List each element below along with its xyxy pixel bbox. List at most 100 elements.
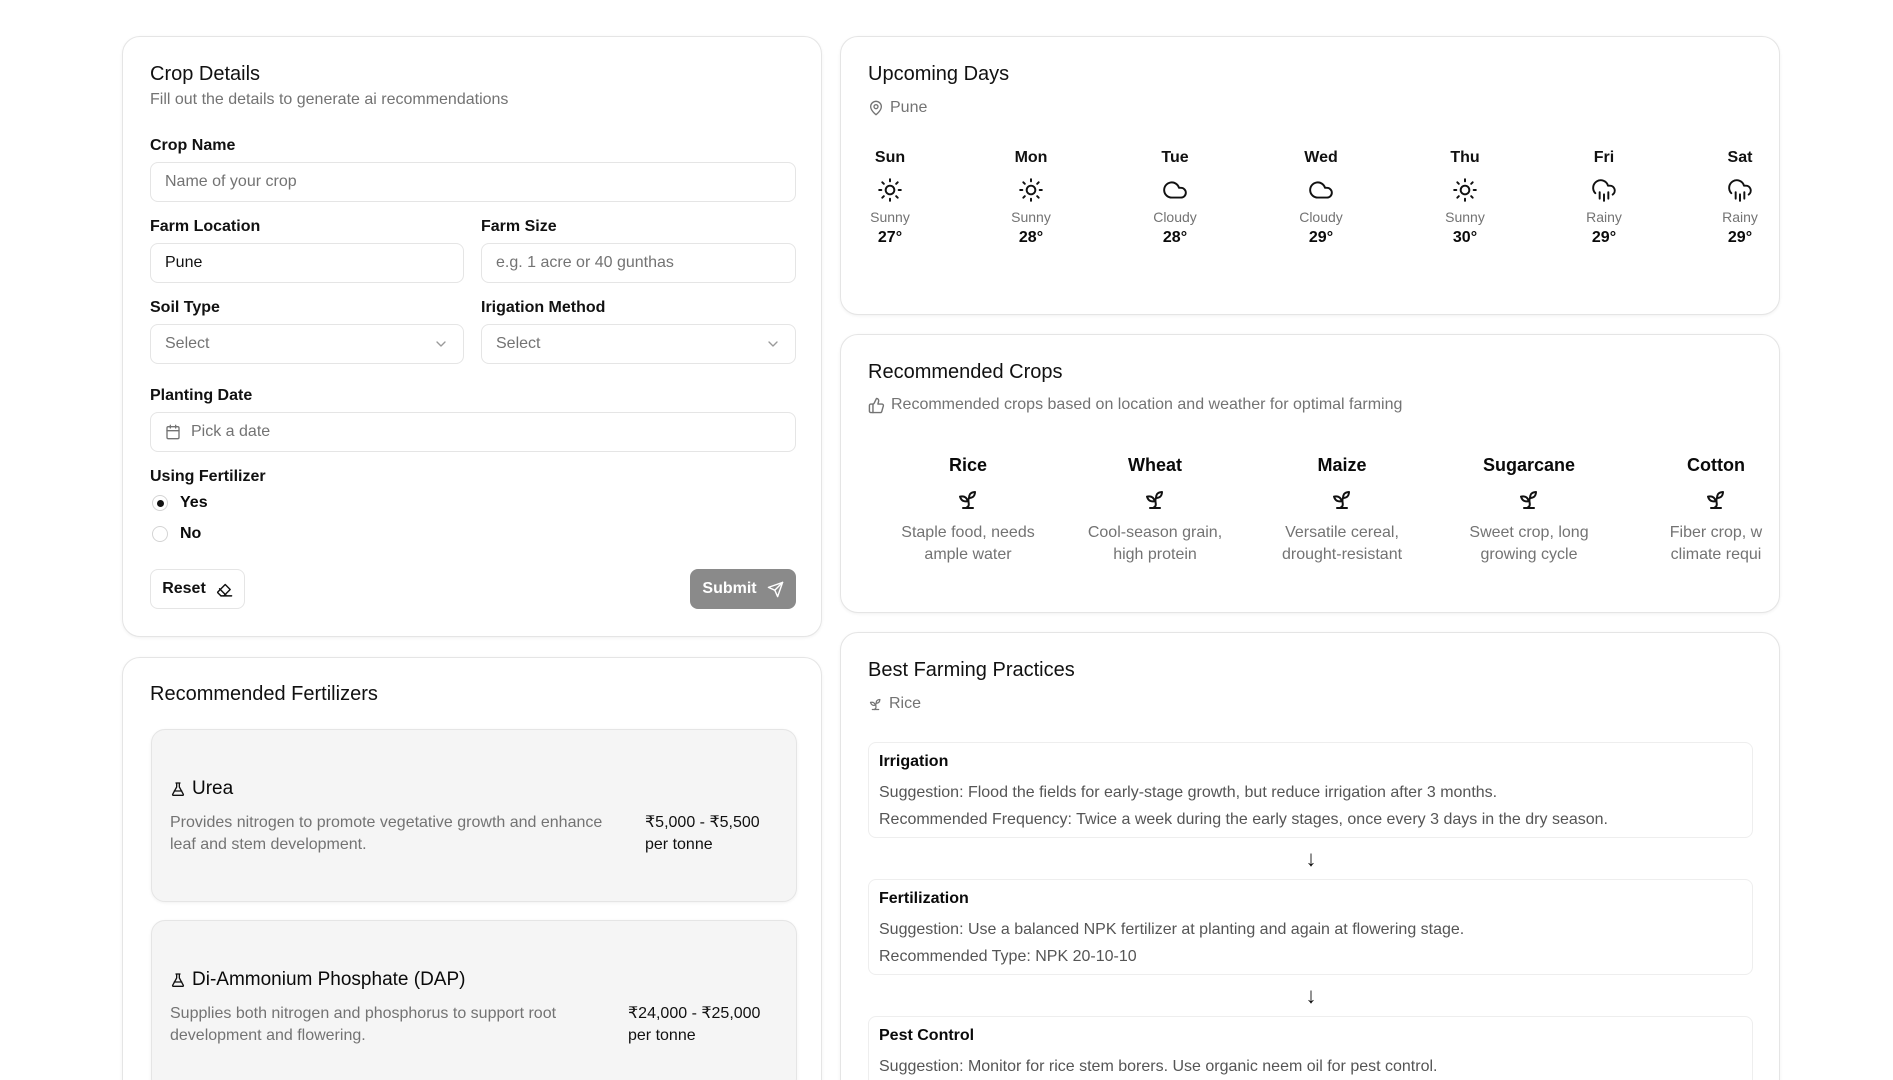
crop-item[interactable]: Cotton Fiber crop, w climate requi (1631, 455, 1779, 566)
crop-description: Staple food, needs ample water (883, 522, 1053, 566)
radio-yes-label: Yes (180, 494, 208, 511)
fertilizers-title: Recommended Fertilizers (150, 683, 378, 705)
practice-line: Suggestion: Flood the fields for early-s… (879, 784, 1498, 801)
crop-description: Versatile cereal, drought-resistant (1257, 522, 1427, 566)
cloud-icon (1162, 177, 1188, 203)
practice-title: Irrigation (879, 753, 949, 770)
radio-yes[interactable] (152, 495, 168, 511)
forecast-day-name: Tue (1161, 149, 1189, 166)
planting-date-picker[interactable]: Pick a date (150, 412, 796, 452)
crop-desc-line: Versatile cereal, (1285, 524, 1399, 541)
weather-card: Upcoming Days Pune Sun Sunny 27° Mon Sunny 28… (840, 36, 1780, 315)
crop-details-description: Fill out the details to generate ai reco… (150, 91, 509, 108)
fertilizer-name: Urea (170, 778, 233, 800)
crop-desc-line: high protein (1113, 546, 1197, 563)
crop-item[interactable]: Rice Staple food, needs ample water (883, 455, 1053, 566)
irrigation-label: Irigation Method (481, 299, 606, 316)
practice-line: Recommended Frequency: Twice a week duri… (879, 811, 1608, 828)
fertilizer-description: Provides nitrogen to promote vegetative … (170, 812, 630, 856)
forecast-temp: 29° (1727, 229, 1753, 246)
fertilizer-price-unit: per tonne (628, 1027, 696, 1044)
crop-desc-line: Cool-season grain, (1087, 524, 1223, 541)
cloud-icon (1308, 177, 1334, 203)
forecast-day-name: Sat (1727, 149, 1753, 166)
forecast-condition: Rainy (1586, 209, 1622, 225)
forecast-day: Sun Sunny 27° (850, 149, 930, 247)
flask-icon (171, 782, 185, 796)
sun-icon (877, 177, 903, 203)
fertilizer-item: Urea Provides nitrogen to promote vegeta… (151, 729, 797, 902)
map-pin-icon (870, 100, 882, 116)
forecast-condition: Cloudy (1299, 209, 1343, 225)
submit-button[interactable]: Submit (690, 569, 796, 609)
weather-location-text: Pune (890, 99, 928, 116)
recommended-crops-title: Recommended Crops (868, 361, 1063, 383)
send-icon (767, 581, 783, 597)
irrigation-select[interactable]: Select (481, 324, 796, 364)
crop-desc-line: drought-resistant (1281, 546, 1403, 563)
reset-label: Reset (162, 580, 206, 597)
sun-icon (1018, 177, 1044, 203)
crop-item[interactable]: Maize Versatile cereal, drought-resistant (1257, 455, 1427, 566)
forecast-condition: Sunny (1011, 209, 1051, 225)
forecast-day: Wed Cloudy 29° (1281, 149, 1361, 247)
forecast-day-name: Sun (874, 149, 906, 166)
farm-size-placeholder: e.g. 1 acre or 40 gunthas (496, 254, 674, 271)
practice-title: Pest Control (879, 1027, 975, 1044)
fertilizer-price-range: ₹5,000 - ₹5,500 (645, 814, 760, 831)
crop-name-input[interactable]: Name of your crop (150, 162, 796, 202)
forecast-condition: Rainy (1722, 209, 1758, 225)
crop-description: Sweet crop, long growing cycle (1444, 522, 1614, 566)
submit-label: Submit (702, 580, 757, 597)
forecast-condition: Sunny (1445, 209, 1485, 225)
fertilizer-desc-line: leaf and stem development. (170, 836, 367, 853)
forecast-day: Fri Rainy 29° (1564, 149, 1644, 247)
sprout-icon (956, 488, 980, 512)
forecast-day: Thu Sunny 30° (1425, 149, 1505, 247)
reset-button[interactable]: Reset (150, 569, 245, 609)
sun-icon (1452, 177, 1478, 203)
fertilizers-card: Recommended Fertilizers Urea Provides ni… (122, 657, 822, 1080)
crop-desc-line: Staple food, needs (901, 524, 1035, 541)
crop-desc-line: ample water (924, 546, 1012, 563)
crop-description: Cool-season grain, high protein (1070, 522, 1240, 566)
fertilizer-price: ₹24,000 - ₹25,000 per tonne (628, 1003, 760, 1047)
forecast-temp: 28° (1018, 229, 1044, 246)
crop-name: Sugarcane (1482, 455, 1576, 475)
chevron-down-icon (768, 341, 778, 347)
irrigation-value: Select (496, 335, 541, 352)
fertilizer-price-unit: per tonne (645, 836, 713, 853)
forecast-day-name: Fri (1593, 149, 1615, 166)
soil-type-value: Select (165, 335, 210, 352)
crop-item[interactable]: Wheat Cool-season grain, high protein (1070, 455, 1240, 566)
crop-item[interactable]: Sugarcane Sweet crop, long growing cycle (1444, 455, 1614, 566)
rain-icon (1591, 177, 1617, 203)
crop-desc-line: climate requi (1670, 546, 1762, 563)
practice-item: Pest Control Suggestion: Monitor for ric… (868, 1016, 1753, 1080)
forecast-day: Mon Sunny 28° (991, 149, 1071, 247)
fertilizer-item: Di-Ammonium Phosphate (DAP) Supplies bot… (151, 920, 797, 1080)
radio-no[interactable] (152, 526, 168, 542)
weather-location: Pune (868, 99, 927, 117)
arrow-down-icon: ↓ (1305, 983, 1317, 1008)
forecast-temp: 29° (1308, 229, 1334, 246)
fertilizer-option-no[interactable]: No (152, 525, 201, 543)
planting-date-label: Planting Date (150, 387, 253, 404)
fertilizer-option-yes[interactable]: Yes (152, 494, 208, 512)
practices-card: Best Farming Practices Rice Irrigation S… (840, 632, 1780, 1080)
practice-line: Recommended Type: NPK 20-10-10 (879, 948, 1137, 965)
farm-location-input[interactable]: Pune (150, 243, 464, 283)
weather-title: Upcoming Days (868, 63, 1010, 85)
fertilizer-name: Di-Ammonium Phosphate (DAP) (170, 969, 465, 991)
fertilizer-desc-line: Provides nitrogen to promote vegetative … (170, 814, 603, 831)
forecast-temp: 27° (877, 229, 903, 246)
fertilizer-label: Using Fertilizer (150, 468, 266, 485)
planting-date-placeholder: Pick a date (191, 423, 271, 440)
forecast-temp: 28° (1162, 229, 1188, 246)
radio-no-label: No (180, 525, 202, 542)
crop-name-placeholder: Name of your crop (165, 173, 297, 190)
forecast-temp: 29° (1591, 229, 1617, 246)
crop-desc-line: growing cycle (1480, 546, 1578, 563)
farm-size-input[interactable]: e.g. 1 acre or 40 gunthas (481, 243, 796, 283)
soil-type-select[interactable]: Select (150, 324, 464, 364)
